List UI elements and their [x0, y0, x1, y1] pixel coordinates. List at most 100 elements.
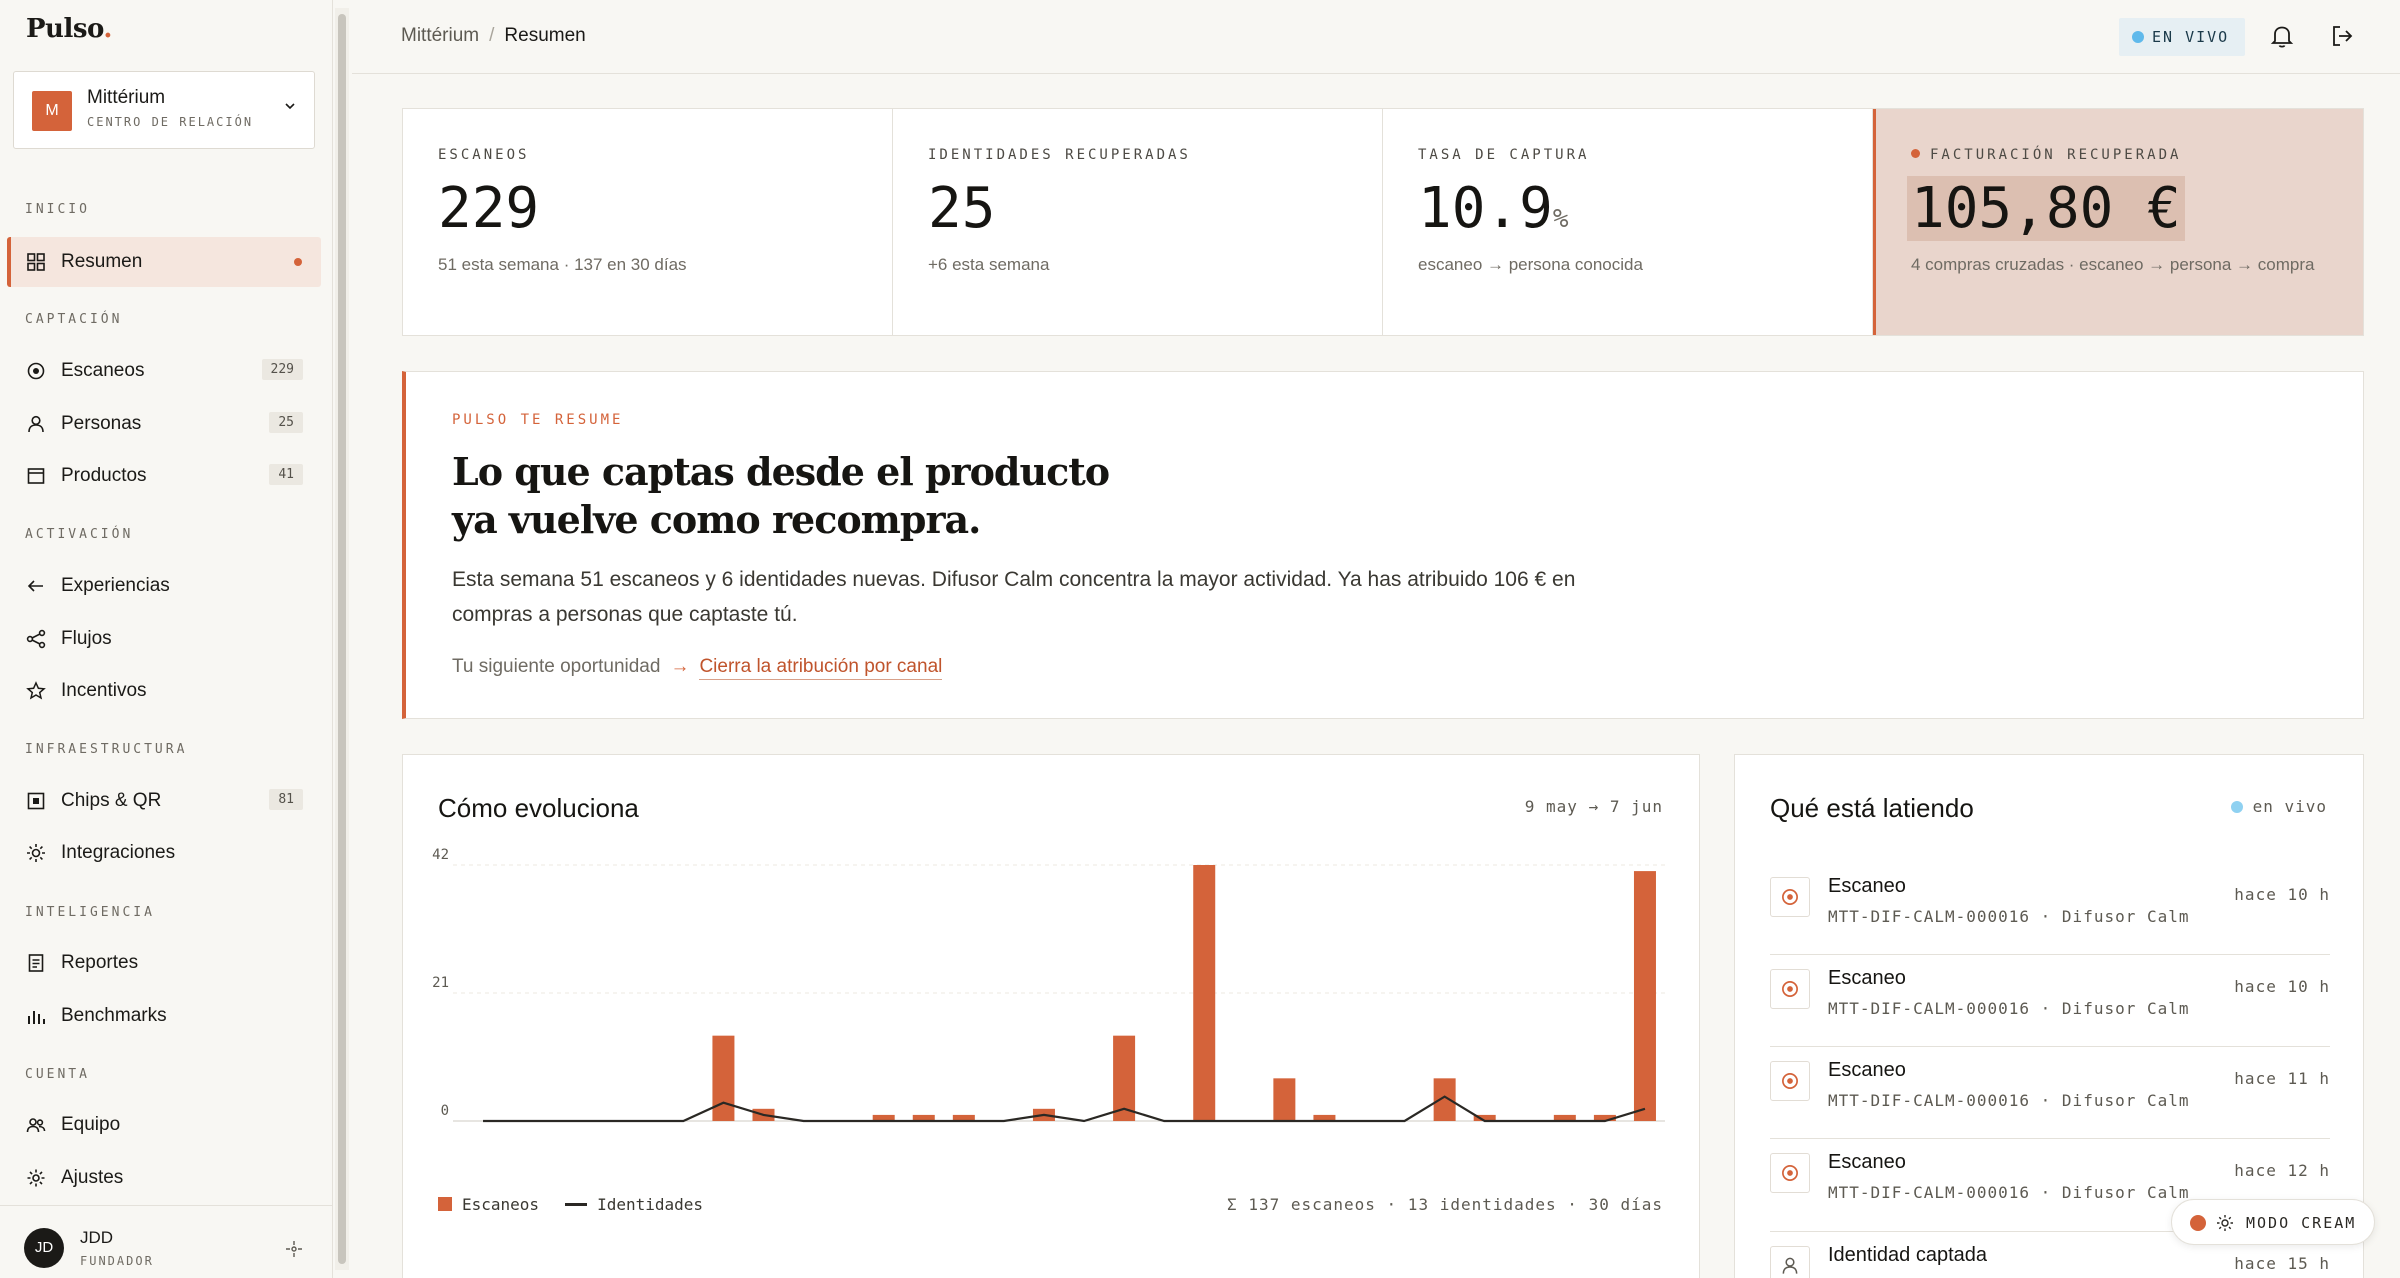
sidebar-item-reportes[interactable]: Reportes — [7, 938, 321, 988]
bell-icon[interactable] — [2268, 22, 2296, 50]
sidebar-item-experiencias[interactable]: Experiencias — [7, 561, 321, 611]
sidebar-item-label: Incentivos — [61, 680, 147, 701]
evolution-chart: 0 21 42 — [432, 847, 1665, 1123]
activity-title: Escaneo — [1828, 1151, 1906, 1173]
sidebar-item-label: Personas — [61, 413, 142, 434]
gear-icon — [27, 1169, 45, 1187]
user-role: FUNDADOR — [80, 1254, 154, 1268]
sidebar-item-label: Chips & QR — [61, 790, 162, 811]
avatar: JD — [24, 1228, 64, 1268]
breadcrumb-parent[interactable]: Mittérium — [401, 25, 479, 46]
kpi-value: 229 — [438, 176, 540, 241]
kpi-value: 25 — [928, 176, 996, 241]
sidebar: Pulso. M Mittérium CENTRO DE RELACIÓN IN… — [0, 0, 333, 1278]
logout-icon[interactable] — [2328, 22, 2356, 50]
legend-label: Identidades — [597, 1195, 704, 1214]
document-icon — [28, 954, 44, 972]
logo-text: Pulso — [26, 14, 104, 44]
chart-legend: Escaneos Identidades — [438, 1195, 703, 1214]
star-icon — [26, 681, 46, 700]
workspace-subtitle: CENTRO DE RELACIÓN — [87, 115, 254, 129]
theme-mode-toggle[interactable]: MODO CREAM — [2171, 1199, 2375, 1245]
nav-section-captacion: CAPTACIÓN — [25, 312, 123, 327]
date-range[interactable]: 9 may → 7 jun — [1525, 797, 1663, 816]
next-opportunity: Tu siguiente oportunidad → Cierra la atrib… — [452, 656, 943, 680]
kpi-row: ESCANEOS 229 51 esta semana · 137 en 30 … — [402, 108, 2364, 336]
evolution-chart-card: Cómo evoluciona 9 may → 7 jun 0 21 42 Esca… — [402, 754, 1700, 1278]
crosshair-icon[interactable] — [285, 1240, 303, 1258]
bar-escaneos — [712, 1035, 735, 1121]
breadcrumb-current: Resumen — [504, 25, 586, 46]
target-icon — [1770, 877, 1810, 917]
arrow-right-icon: → — [670, 656, 690, 677]
kpi-label: IDENTIDADES RECUPERADAS — [928, 147, 1191, 163]
user-menu[interactable]: JD JDD FUNDADOR — [0, 1205, 333, 1278]
sidebar-item-flujos[interactable]: Flujos — [7, 614, 321, 664]
kpi-card-identidades[interactable]: IDENTIDADES RECUPERADAS 25 +6 esta seman… — [893, 109, 1383, 335]
workspace-switcher[interactable]: M Mittérium CENTRO DE RELACIÓN — [13, 71, 315, 149]
next-opportunity-link[interactable]: Cierra la atribución por canal — [699, 656, 943, 680]
highlight-dot — [1911, 149, 1920, 158]
sidebar-item-personas[interactable]: Personas 25 — [7, 399, 321, 449]
activity-subtitle: MTT-DIF-CALM-000016 · Difusor Calm — [1828, 999, 2190, 1018]
target-icon — [27, 362, 45, 380]
count-badge: 25 — [269, 412, 303, 433]
sidebar-item-benchmarks[interactable]: Benchmarks — [7, 991, 321, 1041]
activity-subtitle: MTT-DIF-CALM-000016 · Difusor Calm — [1828, 1183, 2190, 1202]
kpi-subtext: 4 compras cruzadas · escaneo → persona →… — [1911, 255, 2315, 274]
legend-swatch-escaneos — [438, 1197, 452, 1211]
kpi-card-tasa[interactable]: TASA DE CAPTURA 10.9% escaneo → persona … — [1383, 109, 1873, 335]
bars-icon — [28, 1011, 45, 1024]
activity-item[interactable]: Escaneo MTT-DIF-CALM-000016 · Difusor Ca… — [1770, 1047, 2330, 1139]
kpi-unit: % — [1552, 204, 1569, 234]
sidebar-item-label: Flujos — [61, 628, 112, 649]
sidebar-item-label: Productos — [61, 465, 147, 486]
legend-swatch-identidades — [565, 1203, 588, 1206]
legend-label: Escaneos — [462, 1195, 540, 1214]
chip-icon — [27, 792, 45, 810]
sidebar-item-incentivos[interactable]: Incentivos — [7, 666, 321, 716]
app-logo[interactable]: Pulso. — [26, 14, 112, 44]
kpi-label-text: FACTURACIÓN RECUPERADA — [1930, 147, 2182, 163]
target-icon — [1770, 1061, 1810, 1101]
summary-banner: PULSO TE RESUME Lo que captas desde el p… — [402, 371, 2364, 719]
live-dot — [2132, 31, 2144, 43]
nav-section-cuenta: CUENTA — [25, 1067, 90, 1082]
sidebar-item-chips-qr[interactable]: Chips & QR 81 — [7, 776, 321, 826]
target-icon — [1770, 1153, 1810, 1193]
sidebar-item-label: Experiencias — [61, 575, 170, 596]
activity-item[interactable]: Escaneo MTT-DIF-CALM-000016 · Difusor Ca… — [1770, 863, 2330, 955]
line-identidades — [483, 1095, 1646, 1123]
kpi-subtext: 51 esta semana · 137 en 30 días — [438, 255, 687, 274]
sidebar-scrollbar[interactable] — [335, 8, 349, 1270]
nav-section-infraestructura: INFRAESTRUCTURA — [25, 742, 188, 757]
sidebar-item-label: Benchmarks — [61, 1005, 167, 1026]
box-icon — [27, 468, 45, 484]
count-badge: 41 — [269, 464, 303, 485]
activity-title: Escaneo — [1828, 1059, 1906, 1081]
sidebar-item-productos[interactable]: Productos 41 — [7, 451, 321, 501]
nav-section-inteligencia: INTELIGENCIA — [25, 905, 155, 920]
summary-body: Esta semana 51 escaneos y 6 identidades … — [452, 568, 1576, 626]
scrollbar-thumb[interactable] — [338, 14, 346, 1264]
sidebar-item-integraciones[interactable]: Integraciones — [7, 828, 321, 878]
user-name: JDD — [80, 1228, 114, 1247]
activity-title: Identidad captada — [1828, 1244, 1988, 1266]
kpi-value: 10.9% — [1418, 176, 1569, 241]
count-badge: 81 — [269, 789, 303, 810]
bar-escaneos — [1273, 1078, 1296, 1121]
sidebar-item-ajustes[interactable]: Ajustes — [7, 1153, 321, 1203]
activity-time: hace 12 h — [2234, 1161, 2330, 1180]
sidebar-item-escaneos[interactable]: Escaneos 229 — [7, 346, 321, 396]
kpi-card-facturacion[interactable]: FACTURACIÓN RECUPERADA 105,80 € 4 compra… — [1873, 109, 2363, 335]
sidebar-item-resumen[interactable]: Resumen — [7, 237, 321, 287]
sidebar-item-label: Escaneos — [61, 360, 145, 381]
y-tick-label: 42 — [432, 847, 449, 863]
count-badge: 229 — [261, 359, 303, 380]
card-title: Qué está latiendo — [1770, 793, 1974, 823]
sidebar-item-equipo[interactable]: Equipo — [7, 1100, 321, 1150]
workspace-avatar: M — [32, 91, 72, 131]
kpi-card-escaneos[interactable]: ESCANEOS 229 51 esta semana · 137 en 30 … — [403, 109, 893, 335]
activity-item[interactable]: Escaneo MTT-DIF-CALM-000016 · Difusor Ca… — [1770, 955, 2330, 1047]
bar-escaneos — [1433, 1078, 1456, 1121]
